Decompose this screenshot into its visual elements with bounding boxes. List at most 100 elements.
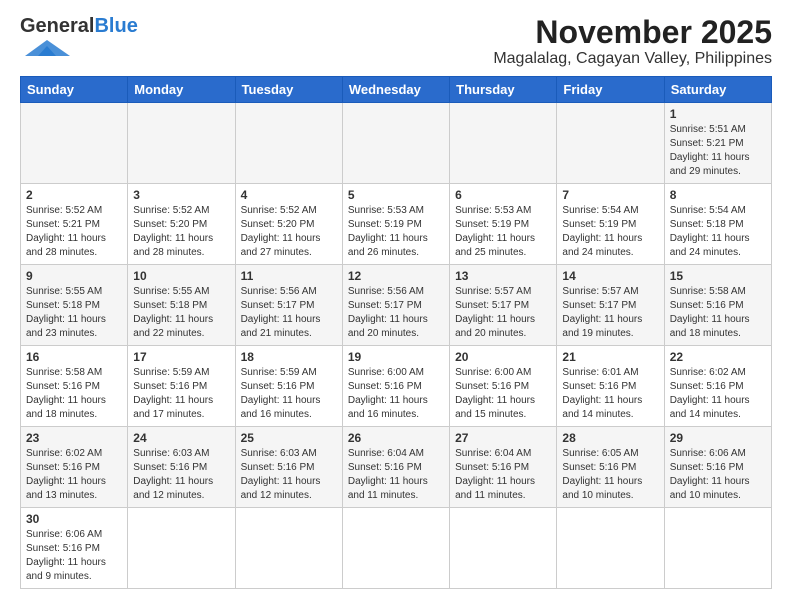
calendar-cell: 4 Sunrise: 5:52 AM Sunset: 5:20 PM Daylig… — [235, 184, 342, 265]
week-row-6: 30Sunrise: 6:06 AM Sunset: 5:16 PM Dayli… — [21, 508, 772, 589]
calendar-cell: 7 Sunrise: 5:54 AM Sunset: 5:19 PM Daylig… — [557, 184, 664, 265]
calendar-cell: 1 Sunrise: 5:51 AM Sunset: 5:21 PM Daylig… — [664, 103, 771, 184]
calendar-cell — [128, 508, 235, 589]
day-number: 23 — [26, 431, 122, 445]
calendar-cell: 27Sunrise: 6:04 AM Sunset: 5:16 PM Dayli… — [450, 427, 557, 508]
logo-blue: Blue — [94, 15, 137, 38]
day-number: 24 — [133, 431, 229, 445]
day-number: 21 — [562, 350, 658, 364]
day-header-wednesday: Wednesday — [342, 77, 449, 103]
day-header-friday: Friday — [557, 77, 664, 103]
day-number: 10 — [133, 269, 229, 283]
calendar-cell: 28Sunrise: 6:05 AM Sunset: 5:16 PM Dayli… — [557, 427, 664, 508]
calendar-cell — [128, 103, 235, 184]
calendar-cell: 5 Sunrise: 5:53 AM Sunset: 5:19 PM Daylig… — [342, 184, 449, 265]
calendar-cell: 8Sunrise: 5:54 AM Sunset: 5:18 PM Daylig… — [664, 184, 771, 265]
day-info: Sunrise: 5:52 AM Sunset: 5:20 PM Dayligh… — [241, 204, 337, 260]
day-header-thursday: Thursday — [450, 77, 557, 103]
title-section: November 2025 Magalalag, Cagayan Valley,… — [493, 15, 772, 68]
day-number: 3 — [133, 188, 229, 202]
day-number: 7 — [562, 188, 658, 202]
day-info: Sunrise: 6:03 AM Sunset: 5:16 PM Dayligh… — [133, 447, 229, 503]
day-number: 2 — [26, 188, 122, 202]
day-number: 5 — [348, 188, 444, 202]
calendar-cell — [235, 508, 342, 589]
day-number: 13 — [455, 269, 551, 283]
week-row-1: 1 Sunrise: 5:51 AM Sunset: 5:21 PM Daylig… — [21, 103, 772, 184]
calendar-cell — [664, 508, 771, 589]
day-number: 11 — [241, 269, 337, 283]
day-info: Sunrise: 5:55 AM Sunset: 5:18 PM Dayligh… — [133, 285, 229, 341]
calendar-cell — [557, 103, 664, 184]
calendar-cell — [450, 103, 557, 184]
logo: General Blue — [20, 15, 138, 60]
calendar-cell — [450, 508, 557, 589]
day-number: 9 — [26, 269, 122, 283]
calendar-cell — [342, 103, 449, 184]
day-info: Sunrise: 5:54 AM Sunset: 5:18 PM Dayligh… — [670, 204, 766, 260]
day-info: Sunrise: 5:56 AM Sunset: 5:17 PM Dayligh… — [241, 285, 337, 341]
calendar-cell: 13 Sunrise: 5:57 AM Sunset: 5:17 PM Dayli… — [450, 265, 557, 346]
day-header-saturday: Saturday — [664, 77, 771, 103]
day-info: Sunrise: 6:02 AM Sunset: 5:16 PM Dayligh… — [670, 366, 766, 422]
day-info: Sunrise: 6:00 AM Sunset: 5:16 PM Dayligh… — [348, 366, 444, 422]
calendar-cell: 23 Sunrise: 6:02 AM Sunset: 5:16 PM Dayli… — [21, 427, 128, 508]
calendar-cell: 20 Sunrise: 6:00 AM Sunset: 5:16 PM Dayli… — [450, 346, 557, 427]
day-info: Sunrise: 5:57 AM Sunset: 5:17 PM Dayligh… — [562, 285, 658, 341]
calendar-cell: 16Sunrise: 5:58 AM Sunset: 5:16 PM Dayli… — [21, 346, 128, 427]
calendar-cell: 25Sunrise: 6:03 AM Sunset: 5:16 PM Dayli… — [235, 427, 342, 508]
day-info: Sunrise: 6:04 AM Sunset: 5:16 PM Dayligh… — [348, 447, 444, 503]
calendar-cell: 6 Sunrise: 5:53 AM Sunset: 5:19 PM Daylig… — [450, 184, 557, 265]
day-info: Sunrise: 5:55 AM Sunset: 5:18 PM Dayligh… — [26, 285, 122, 341]
calendar-cell: 19Sunrise: 6:00 AM Sunset: 5:16 PM Dayli… — [342, 346, 449, 427]
day-info: Sunrise: 6:05 AM Sunset: 5:16 PM Dayligh… — [562, 447, 658, 503]
calendar-cell: 21Sunrise: 6:01 AM Sunset: 5:16 PM Dayli… — [557, 346, 664, 427]
day-number: 14 — [562, 269, 658, 283]
day-info: Sunrise: 5:51 AM Sunset: 5:21 PM Dayligh… — [670, 123, 766, 179]
calendar-cell: 22 Sunrise: 6:02 AM Sunset: 5:16 PM Dayli… — [664, 346, 771, 427]
calendar-cell: 29 Sunrise: 6:06 AM Sunset: 5:16 PM Dayli… — [664, 427, 771, 508]
header: General Blue November 2025 Magalalag, Ca… — [20, 15, 772, 68]
calendar-cell — [557, 508, 664, 589]
day-number: 4 — [241, 188, 337, 202]
day-header-tuesday: Tuesday — [235, 77, 342, 103]
calendar-cell: 14 Sunrise: 5:57 AM Sunset: 5:17 PM Dayli… — [557, 265, 664, 346]
day-info: Sunrise: 5:57 AM Sunset: 5:17 PM Dayligh… — [455, 285, 551, 341]
day-info: Sunrise: 5:58 AM Sunset: 5:16 PM Dayligh… — [670, 285, 766, 341]
day-number: 6 — [455, 188, 551, 202]
day-info: Sunrise: 5:54 AM Sunset: 5:19 PM Dayligh… — [562, 204, 658, 260]
calendar-cell — [235, 103, 342, 184]
day-info: Sunrise: 5:53 AM Sunset: 5:19 PM Dayligh… — [348, 204, 444, 260]
day-info: Sunrise: 6:02 AM Sunset: 5:16 PM Dayligh… — [26, 447, 122, 503]
day-number: 29 — [670, 431, 766, 445]
location-title: Magalalag, Cagayan Valley, Philippines — [493, 50, 772, 68]
logo-icon — [20, 38, 75, 60]
day-number: 22 — [670, 350, 766, 364]
calendar-cell — [21, 103, 128, 184]
calendar-table: SundayMondayTuesdayWednesdayThursdayFrid… — [20, 76, 772, 589]
day-info: Sunrise: 5:59 AM Sunset: 5:16 PM Dayligh… — [133, 366, 229, 422]
day-header-monday: Monday — [128, 77, 235, 103]
day-info: Sunrise: 5:58 AM Sunset: 5:16 PM Dayligh… — [26, 366, 122, 422]
calendar-cell: 11 Sunrise: 5:56 AM Sunset: 5:17 PM Dayli… — [235, 265, 342, 346]
day-info: Sunrise: 6:03 AM Sunset: 5:16 PM Dayligh… — [241, 447, 337, 503]
day-number: 26 — [348, 431, 444, 445]
day-number: 18 — [241, 350, 337, 364]
calendar-cell: 24 Sunrise: 6:03 AM Sunset: 5:16 PM Dayli… — [128, 427, 235, 508]
day-info: Sunrise: 6:06 AM Sunset: 5:16 PM Dayligh… — [670, 447, 766, 503]
calendar-cell: 9 Sunrise: 5:55 AM Sunset: 5:18 PM Daylig… — [21, 265, 128, 346]
week-row-2: 2Sunrise: 5:52 AM Sunset: 5:21 PM Daylig… — [21, 184, 772, 265]
day-number: 20 — [455, 350, 551, 364]
day-number: 27 — [455, 431, 551, 445]
day-number: 1 — [670, 107, 766, 121]
month-title: November 2025 — [493, 15, 772, 50]
calendar-cell: 26 Sunrise: 6:04 AM Sunset: 5:16 PM Dayli… — [342, 427, 449, 508]
day-info: Sunrise: 5:53 AM Sunset: 5:19 PM Dayligh… — [455, 204, 551, 260]
day-info: Sunrise: 6:00 AM Sunset: 5:16 PM Dayligh… — [455, 366, 551, 422]
calendar-cell: 15Sunrise: 5:58 AM Sunset: 5:16 PM Dayli… — [664, 265, 771, 346]
week-row-4: 16Sunrise: 5:58 AM Sunset: 5:16 PM Dayli… — [21, 346, 772, 427]
day-info: Sunrise: 5:52 AM Sunset: 5:20 PM Dayligh… — [133, 204, 229, 260]
day-header-sunday: Sunday — [21, 77, 128, 103]
day-info: Sunrise: 5:56 AM Sunset: 5:17 PM Dayligh… — [348, 285, 444, 341]
calendar-cell — [342, 508, 449, 589]
